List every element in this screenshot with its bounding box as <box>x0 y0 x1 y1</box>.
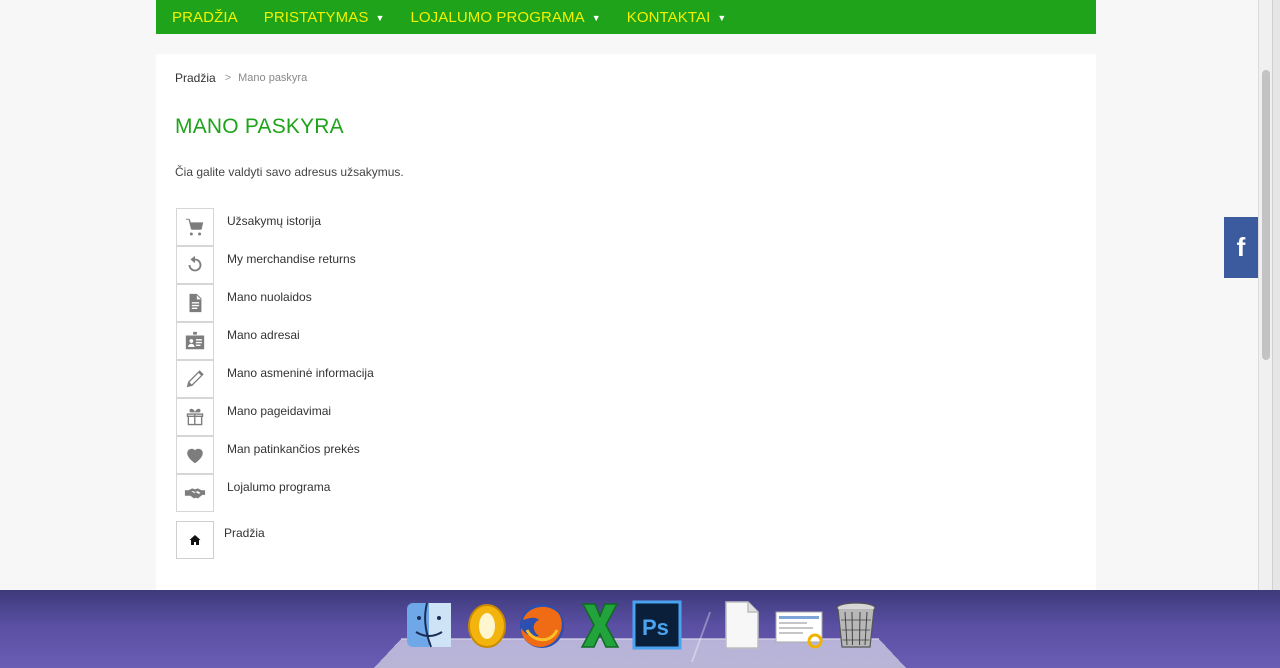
account-link-order-history[interactable]: Užsakymų istorija <box>176 208 374 246</box>
refresh-icon <box>176 246 214 284</box>
nav-label: LOJALUMO PROGRAMA <box>410 8 585 26</box>
account-link-loyalty[interactable]: Lojalumo programa <box>176 474 374 512</box>
main-navigation: PRADŽIA PRISTATYMAS ▼ LOJALUMO PROGRAMA … <box>156 0 1096 34</box>
caret-down-icon: ▼ <box>717 12 727 23</box>
account-link-label: My merchandise returns <box>227 252 356 266</box>
breadcrumb-home-link[interactable]: Pradžia <box>175 71 216 85</box>
trash-icon[interactable] <box>831 600 881 650</box>
home-icon <box>176 521 214 559</box>
account-link-label: Man patinkančios prekės <box>227 442 360 456</box>
browser-viewport: PRADŽIA PRISTATYMAS ▼ LOJALUMO PROGRAMA … <box>0 0 1258 590</box>
breadcrumb: Pradžia > Mano paskyra <box>175 71 307 85</box>
vertical-scrollbar[interactable] <box>1258 0 1272 590</box>
home-link[interactable]: Pradžia <box>176 521 265 559</box>
page-intro: Čia galite valdyti savo adresus užsakymu… <box>175 165 404 179</box>
page-content: Pradžia > Mano paskyra MANO PASKYRA Čia … <box>156 54 1096 590</box>
account-link-vouchers[interactable]: Mano nuolaidos <box>176 284 374 322</box>
outlook-icon[interactable] <box>462 600 512 650</box>
breadcrumb-current: Mano paskyra <box>238 72 308 84</box>
account-link-label: Lojalumo programa <box>227 480 331 494</box>
account-link-label: Mano adresai <box>227 328 300 342</box>
pencil-icon <box>176 360 214 398</box>
account-links-list: Užsakymų istorija My merchandise returns… <box>176 208 374 512</box>
account-link-label: Mano nuolaidos <box>227 290 312 304</box>
caret-down-icon: ▼ <box>591 12 601 23</box>
finder-icon[interactable] <box>404 600 454 650</box>
nav-label: PRISTATYMAS <box>263 8 369 26</box>
document-icon[interactable] <box>716 600 766 650</box>
account-link-label: Užsakymų istorija <box>227 214 322 228</box>
photoshop-icon[interactable]: Ps <box>632 600 682 650</box>
facebook-icon: f <box>1236 232 1246 262</box>
nav-item-lojalumo-programa[interactable]: LOJALUMO PROGRAMA ▼ <box>410 0 600 34</box>
facebook-tab[interactable]: f <box>1224 217 1258 278</box>
account-link-favorites[interactable]: Man patinkančios prekės <box>176 436 374 474</box>
nav-label: KONTAKTAI <box>626 8 711 26</box>
account-link-personal-info[interactable]: Mano asmeninė informacija <box>176 360 374 398</box>
page-title: MANO PASKYRA <box>175 115 344 138</box>
account-link-addresses[interactable]: Mano adresai <box>176 322 374 360</box>
account-link-wishlists[interactable]: Mano pageidavimai <box>176 398 374 436</box>
document-icon <box>176 284 214 322</box>
nav-item-pradzia[interactable]: PRADŽIA <box>172 0 238 34</box>
address-card-icon <box>176 322 214 360</box>
nav-item-kontaktai[interactable]: KONTAKTAI ▼ <box>627 0 727 34</box>
account-link-returns[interactable]: My merchandise returns <box>176 246 374 284</box>
heart-icon <box>176 436 214 474</box>
excel-icon[interactable] <box>575 600 625 650</box>
home-link-label: Pradžia <box>224 526 265 540</box>
cart-icon <box>176 208 214 246</box>
nav-item-pristatymas[interactable]: PRISTATYMAS ▼ <box>264 0 385 34</box>
breadcrumb-separator: > <box>224 72 232 84</box>
firefox-icon[interactable] <box>517 600 567 650</box>
account-link-label: Mano pageidavimai <box>227 404 332 418</box>
gift-icon <box>176 398 214 436</box>
account-link-label: Mano asmeninė informacija <box>227 366 374 380</box>
nav-label: PRADŽIA <box>172 8 238 26</box>
handshake-icon <box>176 474 214 512</box>
window-edge <box>1272 0 1280 590</box>
caret-down-icon: ▼ <box>375 12 385 23</box>
preview-icon[interactable] <box>774 600 824 650</box>
photoshop-label: Ps <box>642 615 669 640</box>
scrollbar-thumb[interactable] <box>1262 70 1270 360</box>
